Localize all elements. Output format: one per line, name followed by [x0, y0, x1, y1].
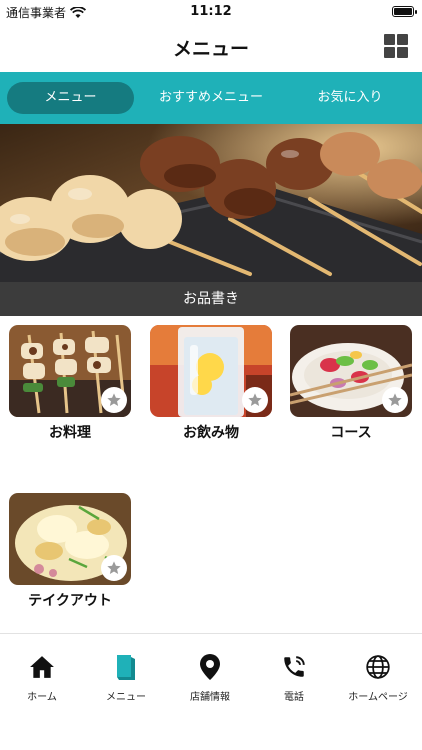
bottom-tab-label: メニュー	[106, 692, 146, 703]
status-bar: 通信事業者 11:12	[0, 0, 422, 24]
bottom-tab-label: ホーム	[27, 692, 57, 703]
star-icon	[107, 561, 121, 574]
course-image	[290, 325, 412, 417]
category-tab-strip: メニュー おすすめメニュー お気に入り	[0, 72, 422, 124]
category-card-takeout[interactable]: テイクアウト	[9, 493, 131, 610]
bottom-tab-bar: ホーム メニュー 店舗情報 電話 ホームページ	[0, 633, 422, 750]
grid-view-button[interactable]	[384, 34, 408, 58]
takeout-image	[9, 493, 131, 585]
category-label: お料理	[49, 425, 91, 441]
category-card-drinks[interactable]: お飲み物	[150, 325, 272, 442]
phone-icon	[284, 656, 305, 677]
section-header: お品書き	[0, 282, 422, 316]
category-card-food[interactable]: お料理	[9, 325, 131, 442]
favorite-star-button[interactable]	[382, 387, 408, 413]
tab-menu[interactable]: メニュー	[7, 82, 134, 114]
category-label: お飲み物	[183, 425, 239, 441]
page-title: メニュー	[172, 38, 249, 60]
drinks-image	[150, 325, 272, 417]
category-label: コース	[330, 425, 372, 441]
star-icon	[248, 393, 262, 406]
star-icon	[388, 393, 402, 406]
favorite-star-button[interactable]	[101, 387, 127, 413]
hero-image	[0, 124, 422, 282]
bottom-tab-menu[interactable]: メニュー	[84, 652, 168, 703]
bottom-tab-phone[interactable]: 電話	[252, 652, 336, 703]
bottom-tab-label: ホームページ	[348, 692, 408, 703]
battery-icon	[392, 6, 417, 17]
status-time: 11:12	[190, 4, 232, 19]
book-icon	[117, 655, 135, 680]
tab-favorites[interactable]: お気に入り	[290, 82, 410, 114]
tab-recommended[interactable]: おすすめメニュー	[148, 82, 274, 114]
category-label: テイクアウト	[28, 593, 112, 609]
category-card-course[interactable]: コース	[290, 325, 412, 442]
bottom-tab-store-info[interactable]: 店舗情報	[168, 652, 252, 703]
favorite-star-button[interactable]	[242, 387, 268, 413]
bottom-tab-home[interactable]: ホーム	[0, 652, 84, 703]
food-image	[9, 325, 131, 417]
bottom-tab-label: 電話	[284, 692, 304, 703]
location-pin-icon	[200, 654, 220, 680]
globe-icon	[366, 655, 390, 679]
favorite-star-button[interactable]	[101, 555, 127, 581]
star-icon	[107, 393, 121, 406]
bottom-tab-homepage[interactable]: ホームページ	[336, 652, 420, 703]
home-icon	[30, 656, 54, 678]
bottom-tab-label: 店舗情報	[190, 692, 230, 703]
nav-bar: メニュー	[0, 24, 422, 72]
grid-icon	[384, 34, 395, 45]
